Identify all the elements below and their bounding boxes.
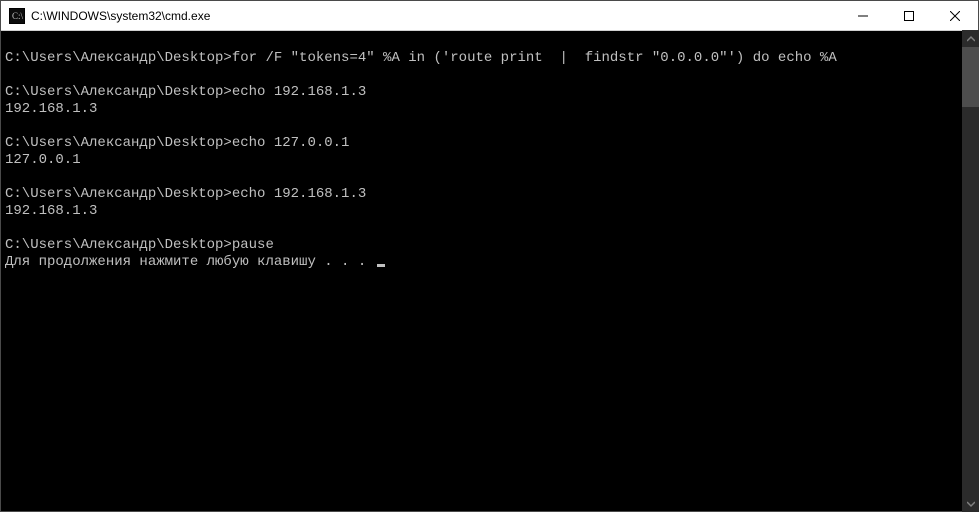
close-button[interactable] [932, 1, 978, 30]
terminal-line [5, 169, 974, 186]
minimize-button[interactable] [840, 1, 886, 30]
terminal-line: 127.0.0.1 [5, 152, 974, 169]
close-icon [950, 11, 960, 21]
terminal-line: C:\Users\Александр\Desktop>for /F "token… [5, 50, 974, 67]
terminal-line [5, 67, 974, 84]
terminal-line [5, 33, 974, 50]
titlebar[interactable]: C:\ C:\WINDOWS\system32\cmd.exe [1, 1, 978, 31]
cmd-icon: C:\ [9, 8, 25, 24]
window-controls [840, 1, 978, 30]
maximize-button[interactable] [886, 1, 932, 30]
scrollbar-down-button[interactable] [962, 495, 979, 512]
terminal-line: C:\Users\Александр\Desktop>echo 192.168.… [5, 84, 974, 101]
terminal-line: C:\Users\Александр\Desktop>echo 127.0.0.… [5, 135, 974, 152]
maximize-icon [904, 11, 914, 21]
terminal-line: C:\Users\Александр\Desktop>echo 192.168.… [5, 186, 974, 203]
terminal-line: Для продолжения нажмите любую клавишу . … [5, 254, 974, 271]
cmd-window: C:\ C:\WINDOWS\system32\cmd.exe [0, 0, 979, 512]
terminal-line: C:\Users\Александр\Desktop>pause [5, 237, 974, 254]
svg-text:C:\: C:\ [12, 11, 24, 21]
chevron-up-icon [967, 35, 975, 43]
scrollbar-thumb[interactable] [962, 47, 979, 107]
vertical-scrollbar[interactable] [962, 30, 979, 512]
window-title: C:\WINDOWS\system32\cmd.exe [31, 9, 840, 23]
scrollbar-up-button[interactable] [962, 30, 979, 47]
terminal-line [5, 220, 974, 237]
terminal-line [5, 118, 974, 135]
terminal-line: 192.168.1.3 [5, 101, 974, 118]
minimize-icon [858, 11, 868, 21]
chevron-down-icon [967, 500, 975, 508]
terminal-line: 192.168.1.3 [5, 203, 974, 220]
terminal-cursor [377, 264, 385, 267]
terminal-area[interactable]: C:\Users\Александр\Desktop>for /F "token… [1, 31, 978, 511]
